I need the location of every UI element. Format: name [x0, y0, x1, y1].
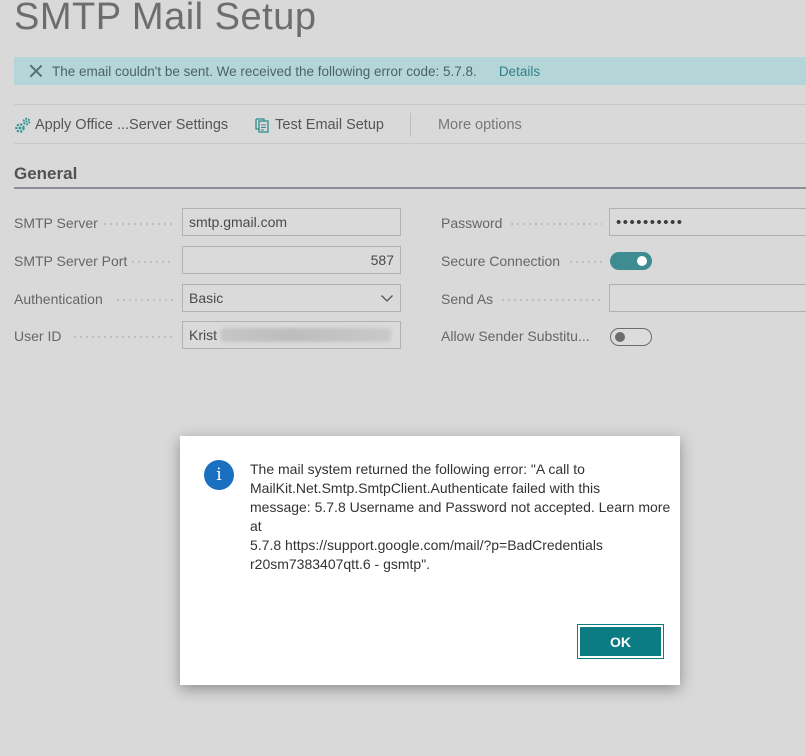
apply-office-server-settings-button[interactable]: Apply Office ...Server Settings [14, 117, 228, 134]
close-icon[interactable] [29, 64, 43, 78]
smtp-server-label: SMTP Server [14, 215, 98, 231]
test-document-icon [255, 117, 269, 133]
error-dialog: i The mail system returned the following… [180, 436, 680, 685]
toolbar-divider [409, 113, 411, 137]
authentication-label: Authentication [14, 291, 103, 307]
authentication-leader [115, 299, 174, 301]
password-input[interactable]: •••••••••• [609, 208, 806, 236]
smtp-server-leader [102, 223, 174, 225]
dialog-message-line: r20sm7383407qtt.6 - gsmtp". [250, 556, 431, 572]
toolbar-divider-top [14, 104, 806, 105]
section-underline [14, 187, 806, 189]
user-id-label: User ID [14, 328, 62, 344]
page-title: SMTP Mail Setup [14, 0, 317, 38]
dialog-message-line: The mail system returned the following e… [250, 461, 585, 477]
smtp-port-value: 587 [370, 252, 394, 268]
user-id-value: Krist [189, 327, 217, 343]
error-banner-message: The email couldn't be sent. We received … [52, 63, 477, 79]
send-as-input[interactable] [609, 284, 806, 312]
toolbar-divider-bottom [14, 143, 806, 144]
action-toolbar: Apply Office ...Server Settings Test Ema… [14, 112, 522, 138]
authentication-value: Basic [189, 290, 224, 306]
password-leader [509, 223, 602, 225]
password-value: •••••••••• [616, 213, 684, 231]
secure-connection-leader [568, 261, 602, 263]
toggle-knob [615, 331, 625, 342]
ok-button[interactable]: OK [577, 624, 664, 659]
send-as-label: Send As [441, 291, 494, 307]
user-id-input[interactable]: Krist [182, 321, 401, 349]
send-as-leader [500, 299, 602, 301]
smtp-server-value: smtp.gmail.com [189, 214, 288, 230]
secure-connection-label: Secure Connection [441, 253, 561, 269]
test-email-setup-button[interactable]: Test Email Setup [254, 117, 384, 134]
dialog-message-line: MailKit.Net.Smtp.SmtpClient.Authenticate… [250, 480, 601, 496]
allow-sender-substitution-label: Allow Sender Substitu... [441, 328, 590, 344]
error-banner: The email couldn't be sent. We received … [14, 57, 806, 85]
settings-gears-icon [15, 117, 31, 133]
info-icon: i [204, 460, 234, 490]
apply-office-server-settings-label: Apply Office ...Server Settings [35, 117, 229, 133]
dialog-message-line: at [250, 518, 262, 534]
toggle-knob [637, 256, 647, 266]
secure-connection-toggle[interactable] [610, 252, 652, 270]
smtp-port-leader [130, 261, 174, 263]
details-link[interactable]: Details [499, 64, 540, 79]
test-email-setup-label: Test Email Setup [275, 117, 384, 133]
chevron-down-icon [381, 295, 393, 302]
more-options-button[interactable]: More options [438, 117, 522, 133]
smtp-server-input[interactable]: smtp.gmail.com [182, 208, 401, 236]
user-id-leader [72, 336, 174, 338]
smtp-port-label: SMTP Server Port [14, 253, 128, 269]
dialog-message-line: 5.7.8 https://support.google.com/mail/?p… [250, 537, 603, 553]
authentication-select[interactable]: Basic [182, 284, 401, 312]
allow-sender-substitution-toggle[interactable] [610, 328, 652, 346]
section-title-general: General [14, 164, 78, 183]
password-label: Password [441, 215, 503, 231]
dialog-message: The mail system returned the following e… [250, 460, 671, 574]
smtp-port-input[interactable]: 587 [182, 246, 401, 274]
dialog-message-line: message: 5.7.8 Username and Password not… [250, 499, 671, 515]
redacted-email-blur [221, 328, 391, 342]
